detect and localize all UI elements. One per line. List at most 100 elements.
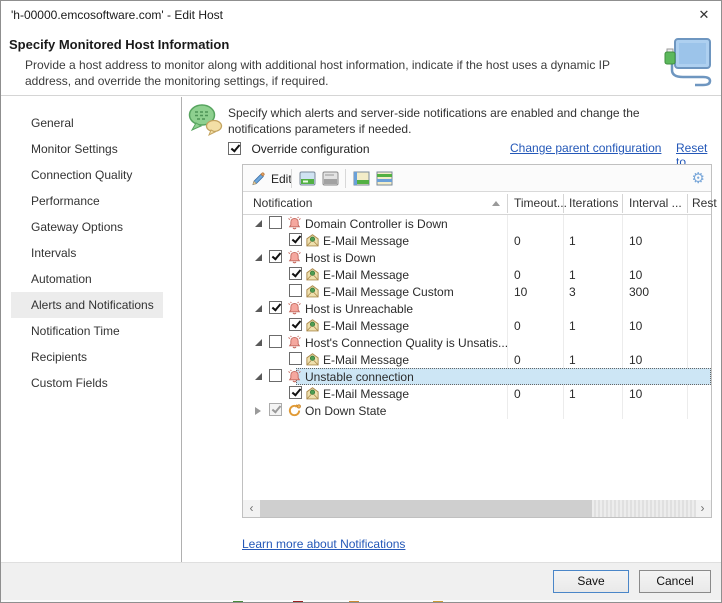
notification-label: Domain Controller is Down: [305, 217, 448, 231]
sidebar-item-connection-quality[interactable]: Connection Quality: [11, 162, 163, 188]
enabled-window-icon: [299, 171, 316, 186]
iterations-value: 3: [569, 285, 576, 299]
learn-more-link[interactable]: Learn more about Notifications: [242, 537, 405, 551]
column-divider[interactable]: [507, 194, 508, 213]
sidebar-item-monitor-settings[interactable]: Monitor Settings: [11, 136, 163, 162]
timeout-value: 0: [514, 268, 521, 282]
edit-button-label: Edit: [271, 172, 292, 186]
title-bar: 'h-00000.emcosoftware.com' - Edit Host ✕: [1, 1, 721, 29]
notification-child-row[interactable]: E-Mail Message0110: [243, 385, 711, 402]
settings-sidebar: GeneralMonitor SettingsConnection Qualit…: [1, 97, 182, 562]
column-notification[interactable]: Notification: [253, 196, 312, 210]
notification-child-row[interactable]: E-Mail Message0110: [243, 266, 711, 283]
row-checkbox[interactable]: [269, 250, 282, 263]
expand-node-icon[interactable]: [255, 407, 261, 415]
disable-notification-button[interactable]: [322, 168, 339, 189]
horizontal-scrollbar[interactable]: ‹ ›: [243, 500, 711, 517]
sidebar-item-notification-time[interactable]: Notification Time: [11, 318, 163, 344]
scroll-left-icon[interactable]: ‹: [243, 500, 260, 517]
column-divider[interactable]: [563, 194, 564, 213]
bell-icon: [287, 216, 302, 231]
notification-row[interactable]: Host's Connection Quality is Unsatis...: [243, 334, 711, 351]
collapse-groups-button[interactable]: [376, 168, 393, 189]
sidebar-item-intervals[interactable]: Intervals: [11, 240, 163, 266]
notification-child-row[interactable]: E-Mail Message0110: [243, 317, 711, 334]
row-checkbox[interactable]: [289, 352, 302, 365]
notification-label: E-Mail Message: [323, 353, 409, 367]
notification-row[interactable]: Domain Controller is Down: [243, 215, 711, 232]
scrollbar-thumb[interactable]: [260, 500, 592, 517]
interval-value: 10: [629, 234, 642, 248]
row-checkbox[interactable]: [269, 369, 282, 382]
mail-icon: [305, 318, 320, 333]
column-interval[interactable]: Interval ...: [629, 196, 682, 210]
notification-child-row[interactable]: E-Mail Message Custom103300: [243, 283, 711, 300]
row-checkbox[interactable]: [289, 386, 302, 399]
notification-row[interactable]: Host is Down: [243, 249, 711, 266]
column-iterations[interactable]: Iterations: [569, 196, 618, 210]
sidebar-item-automation[interactable]: Automation: [11, 266, 163, 292]
collapse-node-icon[interactable]: [255, 305, 262, 312]
edit-button[interactable]: Edit: [250, 168, 292, 189]
notification-label: E-Mail Message: [323, 268, 409, 282]
monitored-host-icon: [663, 36, 713, 92]
sidebar-item-custom-fields[interactable]: Custom Fields: [11, 370, 163, 396]
notification-label: On Down State: [305, 404, 386, 418]
gear-icon[interactable]: ⚙: [692, 168, 705, 189]
notification-label: Host's Connection Quality is Unsatis...: [305, 336, 508, 350]
row-checkbox[interactable]: [289, 318, 302, 331]
sidebar-item-general[interactable]: General: [11, 110, 163, 136]
row-checkbox[interactable]: [269, 301, 282, 314]
alerts-panel: Specify which alerts and server-side not…: [183, 97, 722, 562]
override-row: Override configuration Change parent con…: [228, 140, 706, 156]
row-checkbox[interactable]: [269, 403, 282, 416]
sidebar-item-performance[interactable]: Performance: [11, 188, 163, 214]
collapse-node-icon[interactable]: [255, 373, 262, 380]
iterations-value: 1: [569, 234, 576, 248]
notification-row[interactable]: Unstable connection: [243, 368, 711, 385]
column-timeout[interactable]: Timeout...: [514, 196, 567, 210]
bell-icon: [287, 250, 302, 265]
save-button[interactable]: Save: [553, 570, 629, 593]
disabled-window-icon: [322, 171, 339, 186]
iterations-value: 1: [569, 353, 576, 367]
scroll-right-icon[interactable]: ›: [694, 500, 711, 517]
collapse-node-icon[interactable]: [255, 339, 262, 346]
enable-notification-button[interactable]: [299, 168, 316, 189]
change-parent-configuration-link[interactable]: Change parent configuration: [510, 141, 661, 155]
dialog-header: Specify Monitored Host Information Provi…: [1, 29, 721, 96]
column-divider[interactable]: [687, 194, 688, 213]
interval-value: 10: [629, 353, 642, 367]
timeout-value: 0: [514, 353, 521, 367]
notification-label: E-Mail Message: [323, 319, 409, 333]
notification-row[interactable]: Host is Unreachable: [243, 300, 711, 317]
interval-value: 10: [629, 387, 642, 401]
notification-child-row[interactable]: E-Mail Message0110: [243, 232, 711, 249]
row-checkbox[interactable]: [289, 267, 302, 280]
row-checkbox[interactable]: [269, 216, 282, 229]
sort-ascending-icon: [492, 201, 500, 206]
sync-icon: [287, 403, 302, 418]
collapse-node-icon[interactable]: [255, 254, 262, 261]
timeout-value: 0: [514, 387, 521, 401]
column-restart[interactable]: Rest: [692, 196, 717, 210]
expand-groups-button[interactable]: [353, 168, 370, 189]
iterations-value: 1: [569, 268, 576, 282]
sidebar-item-gateway-options[interactable]: Gateway Options: [11, 214, 163, 240]
notification-row[interactable]: On Down State: [243, 402, 711, 419]
sidebar-item-alerts-and-notifications[interactable]: Alerts and Notifications: [11, 292, 163, 318]
column-divider[interactable]: [622, 194, 623, 213]
override-configuration-checkbox[interactable]: [228, 142, 241, 155]
row-checkbox[interactable]: [269, 335, 282, 348]
notification-child-row[interactable]: E-Mail Message 0 1 10: [243, 351, 711, 368]
scrollbar-track[interactable]: [592, 500, 696, 517]
close-icon[interactable]: ✕: [693, 5, 715, 25]
timeout-value: 0: [514, 319, 521, 333]
page-title: Specify Monitored Host Information: [9, 37, 229, 52]
row-checkbox[interactable]: [289, 233, 302, 246]
panel-description: Specify which alerts and server-side not…: [228, 105, 706, 137]
cancel-button[interactable]: Cancel: [639, 570, 711, 593]
sidebar-item-recipients[interactable]: Recipients: [11, 344, 163, 370]
collapse-node-icon[interactable]: [255, 220, 262, 227]
row-checkbox[interactable]: [289, 284, 302, 297]
